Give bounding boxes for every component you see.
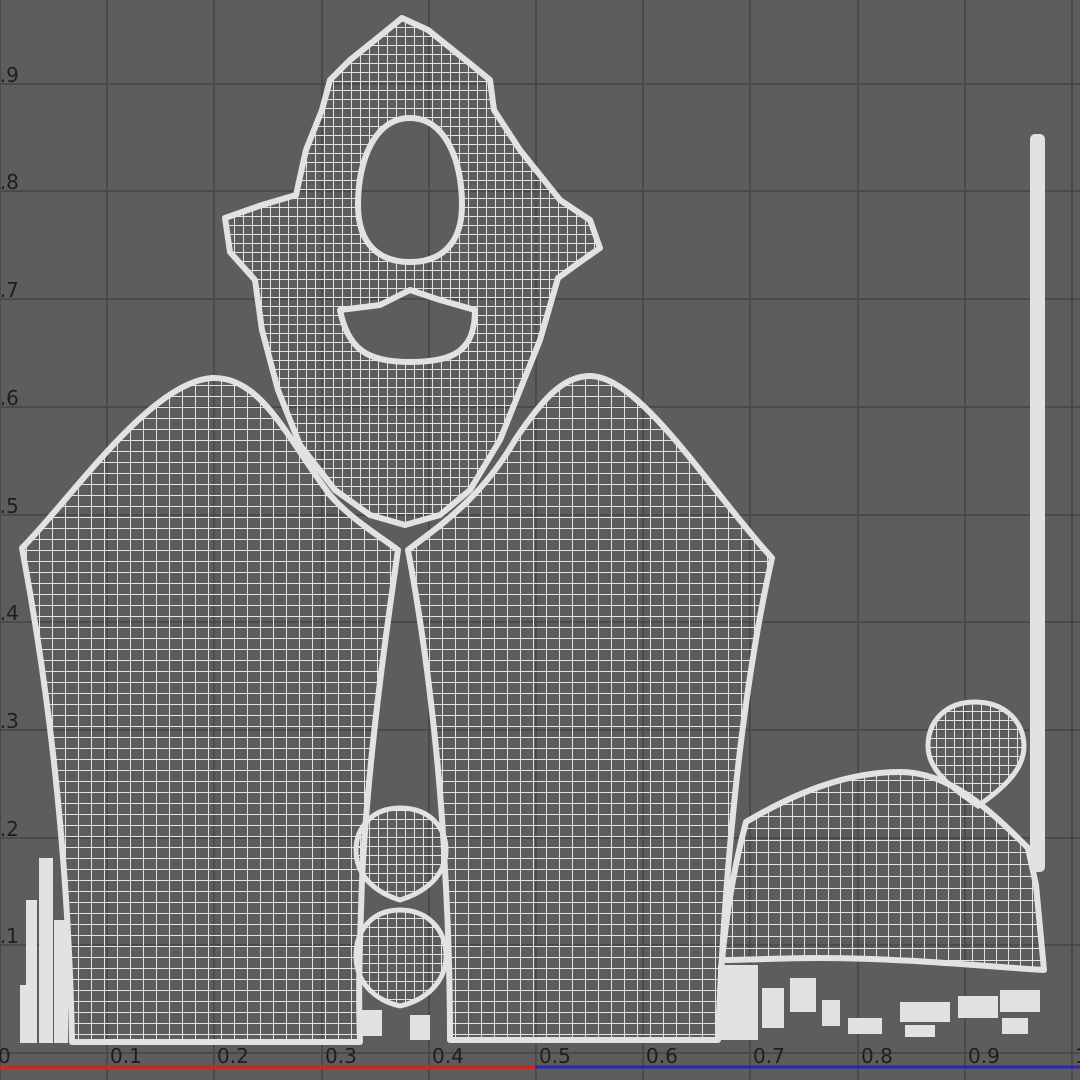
u-tick-label: 0.9 — [968, 1044, 1000, 1068]
uv-canvas[interactable]: 00.10.20.30.40.50.60.70.80.91 0.10.20.30… — [0, 0, 1080, 1080]
cap-uv-shell[interactable] — [719, 769, 1047, 973]
small-sphere-lower-uv-shell[interactable] — [353, 907, 449, 1009]
v-tick-label: 0.3 — [0, 709, 19, 733]
v-tick-label: 0.7 — [0, 278, 19, 302]
u-axis-tick-labels: 0 0.1 0.2 0.3 0.4 0.5 0.6 0.7 0.8 0.9 1 — [0, 1044, 1080, 1068]
v-tick-label: 0.2 — [0, 817, 19, 841]
v-tick-label: 0.4 — [0, 601, 19, 625]
u-tick-label: 1 — [1075, 1044, 1080, 1068]
v-tick-label: 0.1 — [0, 924, 19, 948]
v-tick-label: 0.9 — [0, 63, 19, 87]
u-tick-label: 0.8 — [861, 1044, 893, 1068]
tall-strip-uv-shell[interactable] — [1030, 134, 1045, 872]
v-tick-label: 0.5 — [0, 494, 19, 518]
uv-editor-viewport[interactable]: 00.10.20.30.40.50.60.70.80.91 0.10.20.30… — [0, 0, 1080, 1080]
u-tick-label: 0.5 — [539, 1044, 571, 1068]
u-tick-label: 0.3 — [325, 1044, 357, 1068]
v-tick-label: 0.8 — [0, 170, 19, 194]
u-tick-label: 0.4 — [432, 1044, 464, 1068]
left-strip-cluster-uv-shell[interactable] — [20, 858, 68, 1043]
small-sphere-upper-uv-shell[interactable] — [353, 805, 449, 903]
v-tick-label: 0.6 — [0, 386, 19, 410]
u-tick-label: 0.6 — [646, 1044, 678, 1068]
u-tick-label: 0 — [0, 1044, 11, 1068]
u-tick-label: 0.1 — [110, 1044, 142, 1068]
v-axis-tick-labels: 0.1 0.2 0.3 0.4 0.5 0.6 0.7 0.8 0.9 — [0, 63, 19, 948]
u-tick-label: 0.2 — [217, 1044, 249, 1068]
u-tick-label: 0.7 — [753, 1044, 785, 1068]
